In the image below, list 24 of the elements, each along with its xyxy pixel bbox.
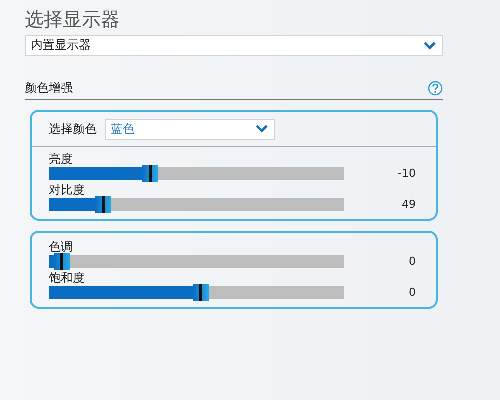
help-icon[interactable] <box>428 81 443 96</box>
slider-thumb[interactable] <box>95 196 112 213</box>
slider-thumb[interactable] <box>142 165 158 182</box>
section-title: 颜色增强 <box>25 80 73 97</box>
slider-track[interactable] <box>49 286 344 299</box>
slider-value: 0 <box>408 286 416 299</box>
chevron-down-icon <box>255 124 269 134</box>
slider-value: 49 <box>401 198 416 211</box>
color-label: 选择颜色 <box>49 120 97 138</box>
display-dropdown[interactable]: 内置显示器 <box>25 35 443 56</box>
color-dropdown[interactable]: 蓝色 <box>105 118 275 140</box>
slider-label: 对比度 <box>49 182 86 198</box>
chevron-down-icon <box>423 40 437 50</box>
slider-thumb[interactable] <box>54 253 70 270</box>
slider-thumb[interactable] <box>192 284 208 301</box>
page-title: 选择显示器 <box>25 8 121 32</box>
slider-track[interactable] <box>49 198 344 211</box>
slider-label: 亮度 <box>49 151 74 167</box>
slider-value: -10 <box>397 167 416 180</box>
slider-label: 饱和度 <box>49 270 86 286</box>
slider-track[interactable] <box>49 167 344 180</box>
slider-label: 色调 <box>49 239 74 255</box>
slider-track[interactable] <box>49 255 344 268</box>
slider-value: 0 <box>408 255 416 268</box>
